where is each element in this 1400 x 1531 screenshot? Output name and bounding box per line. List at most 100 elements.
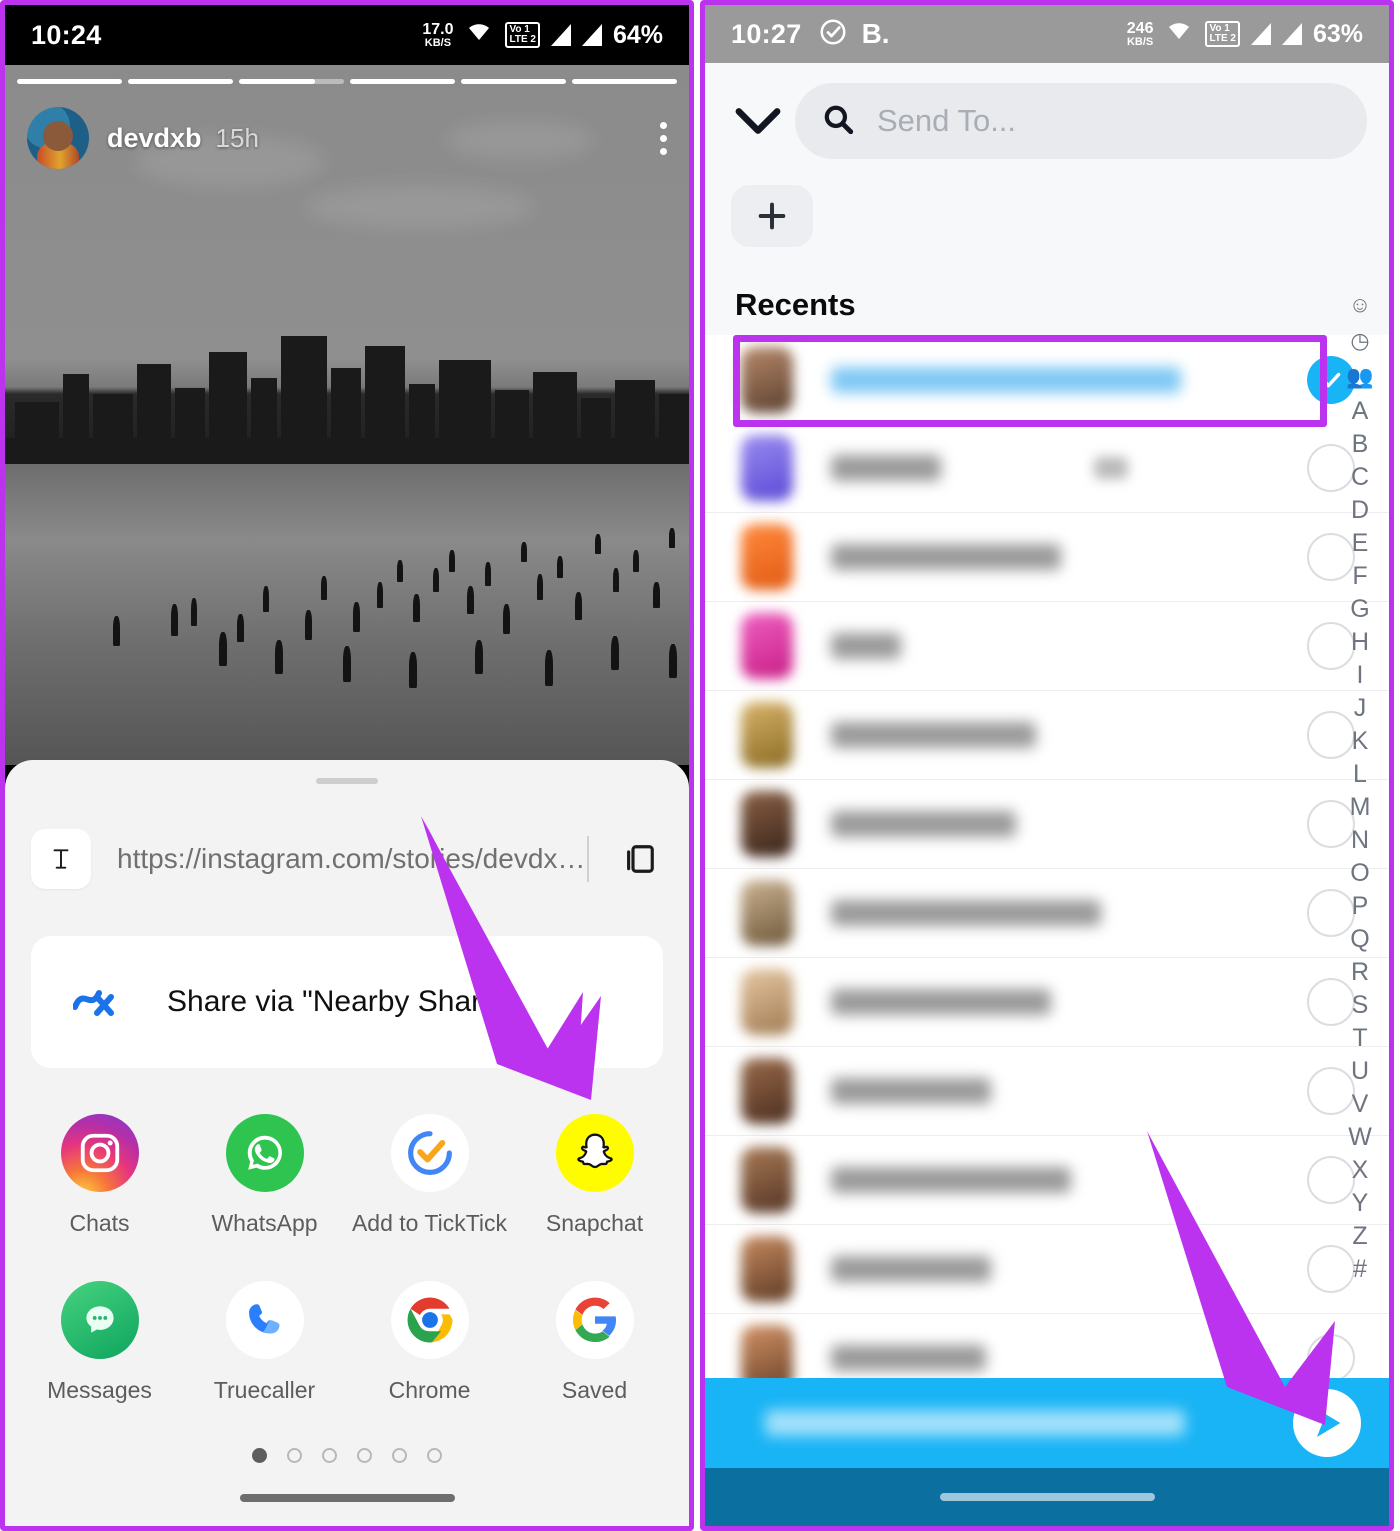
left-status-bar: 10:24 17.0 KB/S Vo 1 LTE 2 64%	[5, 5, 689, 65]
contact-name	[831, 722, 1036, 748]
avatar[interactable]	[27, 107, 89, 169]
contact-name	[831, 1345, 986, 1371]
battery-percent: 63%	[1312, 19, 1363, 48]
contact-row[interactable]	[705, 1136, 1389, 1225]
pager-dot[interactable]	[427, 1448, 442, 1463]
share-target-truecaller[interactable]: Truecaller	[182, 1281, 347, 1404]
pager-dot[interactable]	[357, 1448, 372, 1463]
contact-row-selected[interactable]	[705, 335, 1389, 424]
wifi-icon	[1164, 20, 1194, 48]
net-speed-value: 246	[1126, 19, 1154, 37]
share-target-label: Snapchat	[545, 1210, 644, 1236]
contact-row[interactable]	[705, 691, 1389, 780]
alpha-letter[interactable]: X	[1352, 1154, 1369, 1187]
share-targets-grid: Chats WhatsApp Add to TickTick Snapchat …	[5, 1114, 689, 1404]
alpha-letter[interactable]: H	[1351, 626, 1369, 659]
story-username[interactable]: devdxb	[107, 123, 202, 154]
alpha-letter[interactable]: C	[1351, 461, 1369, 494]
share-sheet-pager	[5, 1448, 689, 1463]
chevron-down-icon[interactable]	[727, 106, 789, 136]
alpha-letter[interactable]: D	[1351, 494, 1369, 527]
copy-icon[interactable]	[617, 836, 663, 882]
alpha-letter[interactable]: K	[1352, 725, 1369, 758]
search-input[interactable]: Send To...	[795, 83, 1367, 159]
contact-row[interactable]	[705, 424, 1389, 513]
alpha-letter[interactable]: P	[1352, 890, 1369, 923]
story-segment	[350, 79, 455, 84]
contact-row[interactable]	[705, 958, 1389, 1047]
share-target-chats[interactable]: Chats	[17, 1114, 182, 1237]
pager-dot[interactable]	[322, 1448, 337, 1463]
snapchat-icon	[555, 1114, 634, 1192]
alpha-letter[interactable]: L	[1353, 758, 1367, 791]
contact-row[interactable]	[705, 1047, 1389, 1136]
alpha-letter[interactable]: B	[1352, 428, 1369, 461]
drag-handle[interactable]	[316, 778, 378, 784]
contact-row[interactable]	[705, 869, 1389, 958]
alpha-letter[interactable]: T	[1352, 1022, 1367, 1055]
contact-avatar	[741, 702, 793, 768]
alpha-letter[interactable]: V	[1352, 1088, 1369, 1121]
alpha-letter[interactable]: S	[1352, 989, 1369, 1022]
pager-dot-active[interactable]	[252, 1448, 267, 1463]
share-target-snapchat[interactable]: Snapchat	[512, 1114, 677, 1237]
pager-dot[interactable]	[392, 1448, 407, 1463]
alpha-letter[interactable]: Q	[1350, 923, 1369, 956]
gesture-pill[interactable]	[939, 1493, 1155, 1501]
right-status-bar: 10:27 B. 246 KB/S Vo 1 LTE 2 63%	[705, 5, 1389, 63]
alpha-letter[interactable]: G	[1350, 593, 1369, 626]
net-speed-unit: KB/S	[1126, 35, 1154, 48]
contact-avatar	[741, 969, 793, 1035]
contact-name	[831, 900, 1101, 926]
alphabet-index[interactable]: ☺ ◷ 👥 A B C D E F G H I J K L M N O P Q …	[1331, 287, 1389, 1286]
alpha-letter[interactable]: Y	[1352, 1187, 1369, 1220]
contact-row[interactable]	[705, 1225, 1389, 1314]
share-target-saved[interactable]: Saved	[512, 1281, 677, 1404]
send-arrow-icon	[1317, 1409, 1341, 1437]
group-icon[interactable]: 👥	[1346, 359, 1373, 395]
contact-checkbox[interactable]	[1307, 1334, 1355, 1382]
share-target-whatsapp[interactable]: WhatsApp	[182, 1114, 347, 1237]
alpha-letter[interactable]: Z	[1352, 1220, 1367, 1253]
gesture-pill[interactable]	[239, 1494, 455, 1502]
contact-name	[831, 366, 1181, 393]
alpha-letter[interactable]: F	[1352, 560, 1367, 593]
alpha-letter[interactable]: N	[1351, 824, 1369, 857]
emoji-icon[interactable]: ☺	[1349, 287, 1371, 323]
share-target-messages[interactable]: Messages	[17, 1281, 182, 1404]
signal-bars-icon-1	[550, 24, 571, 46]
contact-name	[831, 1167, 1071, 1193]
pager-dot[interactable]	[287, 1448, 302, 1463]
contact-avatar	[741, 524, 793, 590]
alpha-letter[interactable]: R	[1351, 956, 1369, 989]
share-target-chrome[interactable]: Chrome	[347, 1281, 512, 1404]
alpha-letter[interactable]: #	[1353, 1253, 1367, 1286]
alpha-letter[interactable]: A	[1352, 395, 1369, 428]
messages-icon	[60, 1281, 139, 1359]
alpha-letter[interactable]: E	[1352, 527, 1369, 560]
contact-name	[831, 1078, 991, 1104]
alpha-letter[interactable]: M	[1350, 791, 1371, 824]
alpha-letter[interactable]: O	[1350, 857, 1369, 890]
volte-bottom-label: LTE 2	[1209, 33, 1236, 44]
clock-icon[interactable]: ◷	[1350, 323, 1369, 359]
share-target-ticktick[interactable]: Add to TickTick	[347, 1114, 512, 1237]
contact-row[interactable]	[705, 602, 1389, 691]
alpha-letter[interactable]: U	[1351, 1055, 1369, 1088]
contact-row[interactable]	[705, 513, 1389, 602]
instagram-story-viewer[interactable]: devdxb 15h	[5, 65, 689, 765]
send-bar	[705, 1378, 1389, 1468]
alpha-letter[interactable]: I	[1357, 659, 1364, 692]
story-header: devdxb 15h	[5, 103, 689, 173]
send-recipient-name	[765, 1410, 1185, 1436]
alpha-letter[interactable]: J	[1354, 692, 1367, 725]
alpha-letter[interactable]: W	[1348, 1121, 1372, 1154]
add-recipient-button[interactable]	[731, 185, 813, 247]
google-icon	[555, 1281, 634, 1359]
send-button[interactable]	[1293, 1389, 1361, 1457]
contact-row[interactable]	[705, 780, 1389, 869]
kebab-menu-icon[interactable]	[660, 121, 667, 155]
nearby-share-row[interactable]: Share via "Nearby Share"	[31, 936, 663, 1068]
share-target-label: Saved	[561, 1377, 628, 1403]
status-time: 10:27	[731, 18, 802, 49]
